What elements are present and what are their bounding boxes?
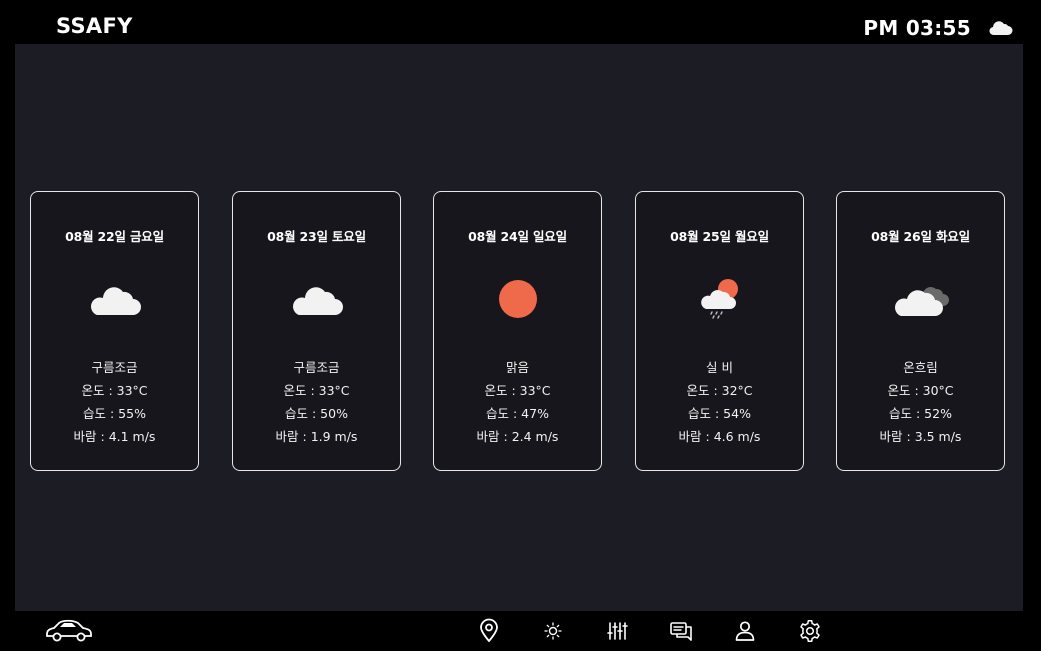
partly-cloudy-icon [287,272,347,322]
clock: PM 03:55 [863,16,971,40]
user-icon[interactable] [732,618,758,644]
settings-icon[interactable] [797,618,823,644]
wind-label: 바람 : 4.6 m/s [678,429,761,444]
wind-label: 바람 : 3.5 m/s [879,429,962,444]
forecast-date: 08월 25일 월요일 [670,229,769,244]
overcast-icon [891,272,951,322]
temperature-label: 온도 : 30°C [887,383,954,398]
forecast-date: 08월 23일 토요일 [267,229,366,244]
forecast-details: 온흐림 온도 : 30°C 습도 : 52% 바람 : 3.5 m/s [837,356,1004,448]
temperature-label: 온도 : 33°C [484,383,551,398]
top-bar: SSAFY PM 03:55 [0,0,1041,44]
humidity-label: 습도 : 55% [83,406,146,421]
forecast-date: 08월 26일 화요일 [871,229,970,244]
equalizer-icon[interactable] [604,618,630,644]
forecast-date: 08월 22일 금요일 [65,229,164,244]
condition-label: 구름조금 [293,360,340,375]
temperature-label: 온도 : 32°C [686,383,753,398]
cloud-icon [989,20,1013,36]
map-pin-icon[interactable] [476,618,502,644]
forecast-card: 08월 22일 금요일 구름조금 온도 : 33°C 습도 : 55% 바람 :… [30,191,199,471]
partly-cloudy-icon [85,272,145,322]
main-panel: 08월 22일 금요일 구름조금 온도 : 33°C 습도 : 55% 바람 :… [15,44,1023,611]
condition-label: 온흐림 [903,360,938,375]
humidity-label: 습도 : 50% [285,406,348,421]
forecast-card: 08월 25일 월요일 실 비 온도: 32°C 습도: 54% 바람: … [635,191,804,471]
wind-label: 바람 : 4.1 m/s [73,429,156,444]
humidity-label: 습도 : 52% [889,406,952,421]
car-logo-icon[interactable] [45,617,93,643]
forecast-list: 08월 22일 금요일 구름조금 온도 : 33°C 습도 : 55% 바람 :… [30,191,1010,473]
forecast-card: 08월 23일 토요일 구름조금 온도 : 33°C 습도 : 50% 바람 :… [232,191,401,471]
app-window: SSAFY PM 03:55 08월 22일 금요일 구름조금 온도 : 33°… [0,0,1041,651]
condition-label: 구름조금 [91,360,138,375]
humidity-label: 습도 : 54% [688,406,751,421]
forecast-details: 실 비 온도 : 32°C 습도 : 54% 바람 : 4.6 m/s [636,356,803,448]
wind-label: 바람 : 1.9 m/s [275,429,358,444]
humidity-label: 습도 : 47% [486,406,549,421]
forecast-card: 08월 24일 일요일 맑음 온도 : 33°C 습도 : 47% 바람 : 2… [433,191,602,471]
forecast-card: 08월 26일 화요일 온흐림 온도 : 30°C 습도 : 52% 바람 : … [836,191,1005,471]
forecast-details: 구름조금 온도 : 33°C 습도 : 50% 바람 : 1.9 m/s [233,356,400,448]
rain-sun-icon [690,272,750,322]
brightness-icon[interactable] [540,618,566,644]
condition-label: 맑음 [505,360,529,375]
forecast-details: 맑음 온도 : 33°C 습도 : 47% 바람 : 2.4 m/s [434,356,601,448]
temperature-label: 온도 : 33°C [283,383,350,398]
bottom-nav-bar [0,611,1041,651]
forecast-details: 구름조금 온도 : 33°C 습도 : 55% 바람 : 4.1 m/s [31,356,198,448]
sun-icon [488,272,548,322]
chat-icon[interactable] [668,618,694,644]
condition-label: 실 비 [706,360,733,375]
wind-label: 바람 : 2.4 m/s [476,429,559,444]
forecast-date: 08월 24일 일요일 [468,229,567,244]
temperature-label: 온도 : 33°C [81,383,148,398]
brand-title: SSAFY [56,14,133,38]
